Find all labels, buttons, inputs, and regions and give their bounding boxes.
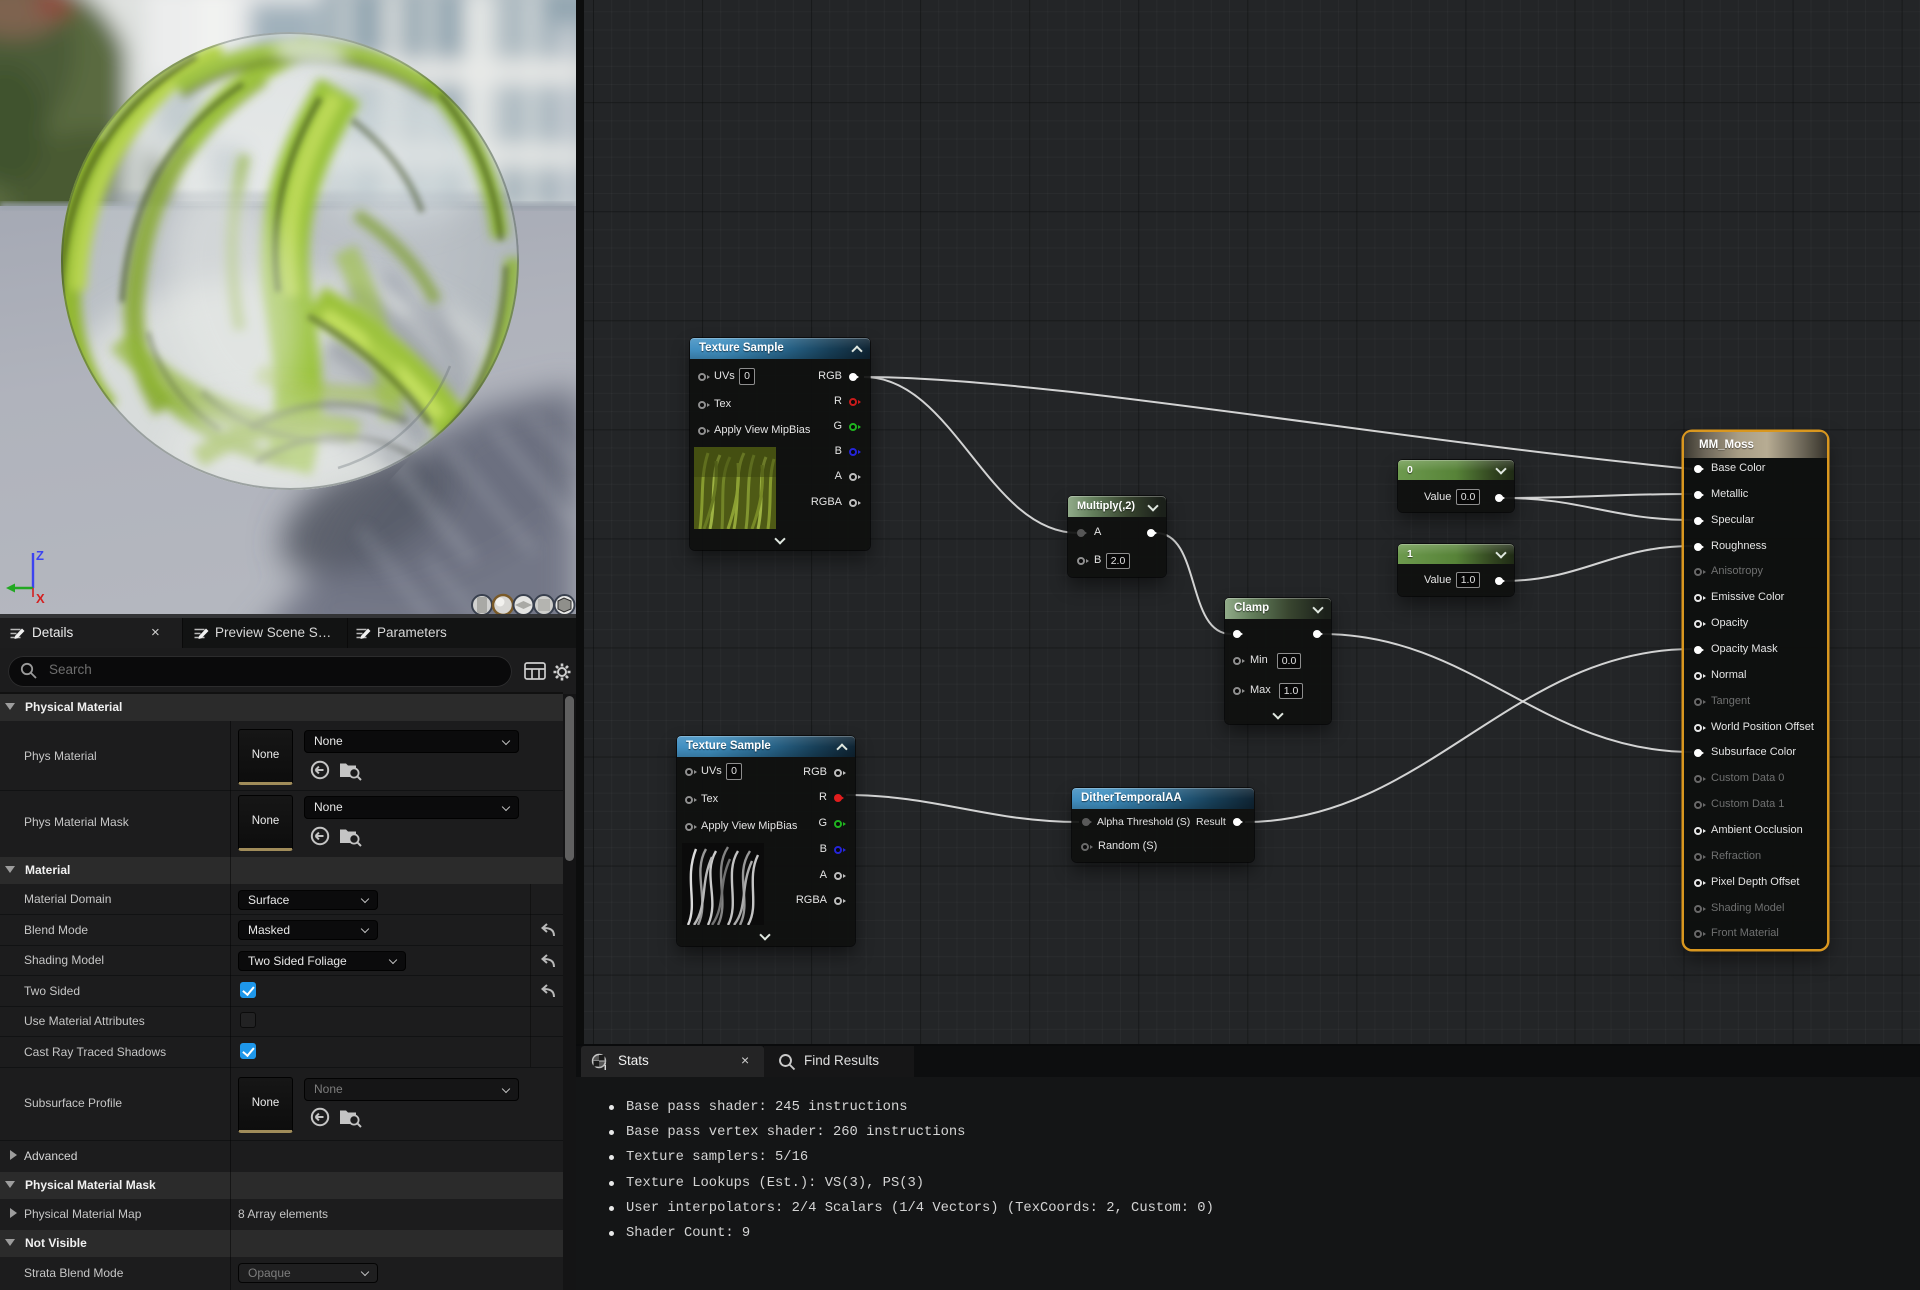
svg-text:i: i — [604, 1062, 607, 1071]
svg-text:X: X — [36, 591, 45, 606]
svg-text:Z: Z — [36, 548, 44, 563]
